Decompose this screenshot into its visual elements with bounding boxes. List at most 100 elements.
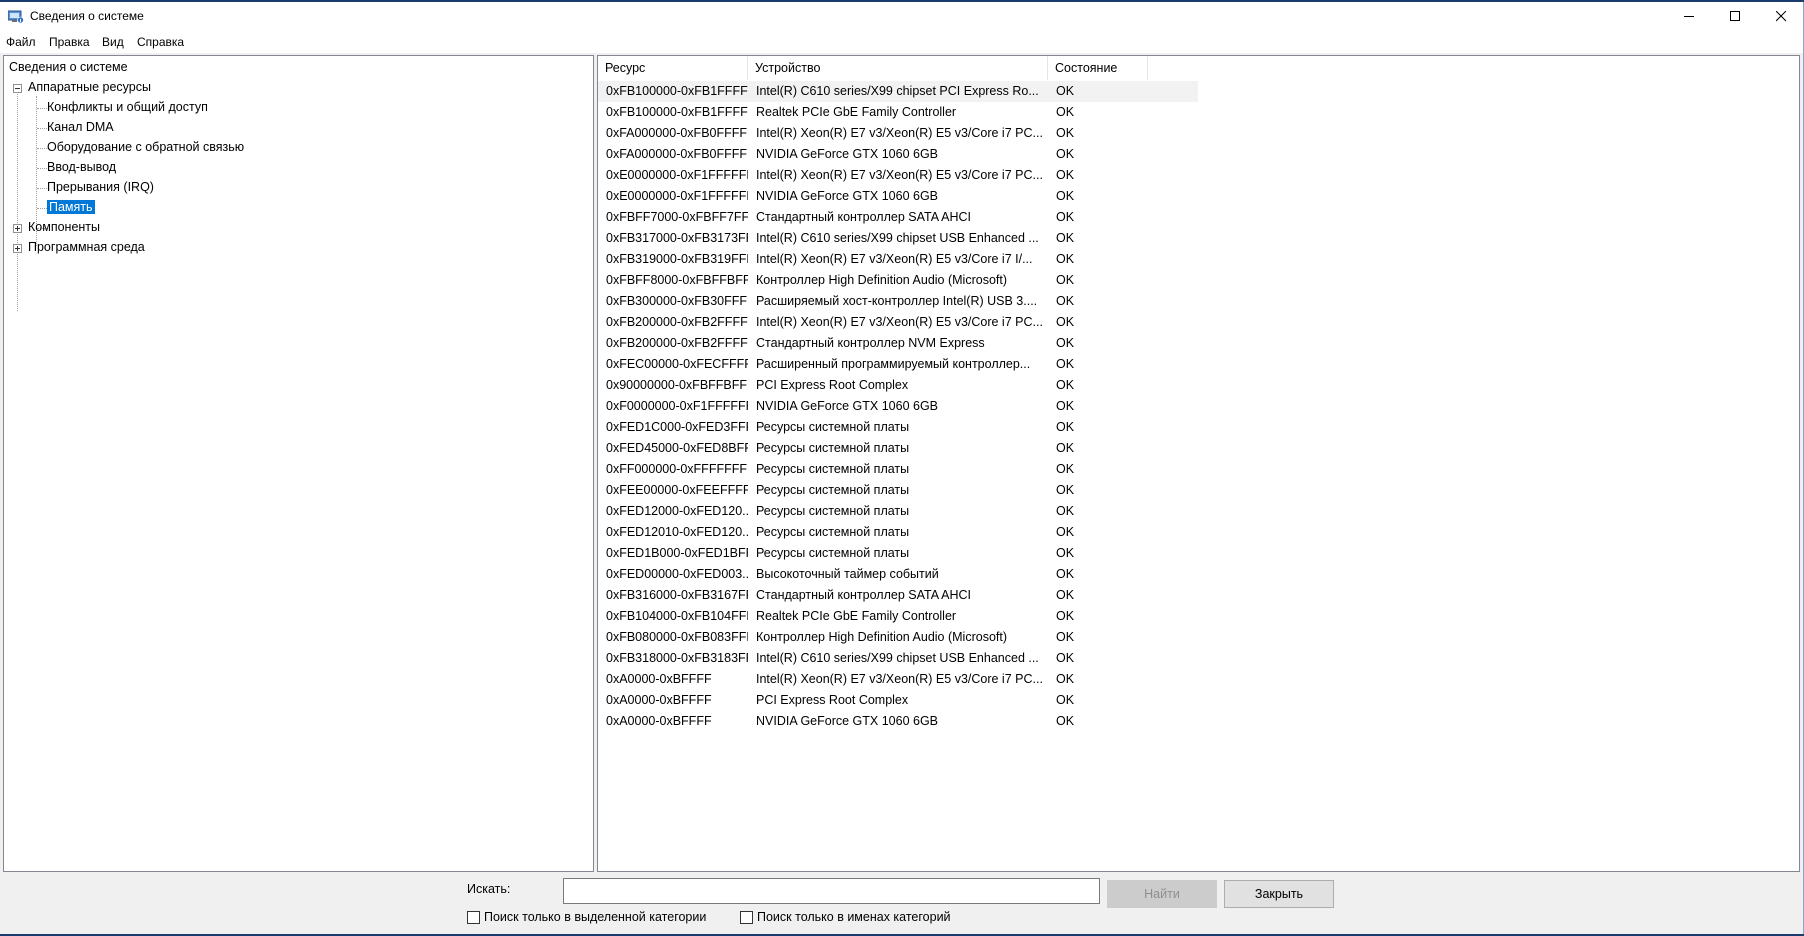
table-row[interactable]: 0xFB100000-0xFB1FFFFF Realtek PCIe GbE Fa…	[598, 102, 1198, 123]
search-label: Искать:	[467, 882, 511, 896]
cell-resource: 0xFB080000-0xFB083FFF	[606, 630, 748, 644]
table-row[interactable]: 0xFBFF8000-0xFBFFBFFF Контроллер High Def…	[598, 270, 1198, 291]
table-row[interactable]: 0xFED12000-0xFED120... Ресурсы системной …	[598, 501, 1198, 522]
tree-item-conflicts[interactable]: Конфликты и общий доступ	[47, 99, 208, 116]
expand-toggle[interactable]	[13, 244, 22, 253]
tree-item-irq[interactable]: Прерывания (IRQ)	[47, 179, 154, 196]
table-row[interactable]: 0xF0000000-0xF1FFFFFF NVIDIA GeForce GTX …	[598, 396, 1198, 417]
table-row[interactable]: 0xFB200000-0xFB2FFFFF Стандартный контрол…	[598, 333, 1198, 354]
tree-item-label: Канал DMA	[47, 120, 114, 134]
table-row[interactable]: 0xFED1B000-0xFED1BFFF Ресурсы системной п…	[598, 543, 1198, 564]
close-icon	[1775, 11, 1786, 22]
find-button[interactable]: Найти	[1107, 880, 1217, 908]
table-row[interactable]: 0xFB318000-0xFB3183FF Intel(R) C610 serie…	[598, 648, 1198, 669]
cell-resource: 0xFF000000-0xFFFFFFFF	[606, 462, 748, 476]
cell-device: NVIDIA GeForce GTX 1060 6GB	[756, 714, 939, 728]
table-row[interactable]: 0xFED45000-0xFED8BFFF Ресурсы системной п…	[598, 438, 1198, 459]
category-tree[interactable]: Сведения о системе Аппаратные ресурсы Ко…	[3, 55, 594, 872]
search-category-names-option[interactable]: Поиск только в именах категорий	[740, 910, 951, 924]
table-row[interactable]: 0xFA000000-0xFB0FFFFF NVIDIA GeForce GTX …	[598, 144, 1198, 165]
title-bar[interactable]: Сведения о системе	[0, 2, 1803, 31]
search-selected-category-checkbox[interactable]	[467, 910, 480, 924]
table-row[interactable]: 0xFB200000-0xFB2FFFFF Intel(R) Xeon(R) E7…	[598, 312, 1198, 333]
tree-line	[17, 88, 18, 311]
tree-item-label: Ввод-вывод	[47, 160, 117, 174]
close-window-button[interactable]	[1758, 2, 1804, 31]
menu-view[interactable]: Вид	[102, 35, 124, 49]
cell-status: OK	[1056, 399, 1075, 413]
table-row[interactable]: 0xFED00000-0xFED003... Высокоточный тайме…	[598, 564, 1198, 585]
cell-device: Intel(R) Xeon(R) E7 v3/Xeon(R) E5 v3/Cor…	[756, 315, 1043, 329]
menu-edit[interactable]: Правка	[49, 35, 90, 49]
cell-device: Ресурсы системной платы	[756, 546, 910, 560]
details-list[interactable]: Ресурс Устройство Состояние 0xFB100000-0…	[597, 55, 1800, 872]
column-header-device[interactable]: Устройство	[748, 56, 1048, 80]
cell-device: Ресурсы системной платы	[756, 504, 910, 518]
table-row[interactable]: 0xFB319000-0xFB319FFF Intel(R) Xeon(R) E7…	[598, 249, 1198, 270]
cell-resource: 0xFB200000-0xFB2FFFFF	[606, 336, 748, 350]
search-input[interactable]	[563, 878, 1100, 904]
table-row[interactable]: 0xFA000000-0xFB0FFFFF Intel(R) Xeon(R) E7…	[598, 123, 1198, 144]
table-row[interactable]: 0xFEE00000-0xFEEFFFFF Ресурсы системной п…	[598, 480, 1198, 501]
cell-device: Расширяемый хост-контроллер Intel(R) USB…	[756, 294, 1038, 308]
table-row[interactable]: 0xFF000000-0xFFFFFFFF Ресурсы системной п…	[598, 459, 1198, 480]
search-selected-category-option[interactable]: Поиск только в выделенной категории	[467, 910, 706, 924]
column-header-resource[interactable]: Ресурс	[598, 56, 748, 80]
table-row[interactable]: 0xA0000-0xBFFFF Intel(R) Xeon(R) E7 v3/Xe…	[598, 669, 1198, 690]
menu-file[interactable]: Файл	[6, 35, 36, 49]
tree-item-dma[interactable]: Канал DMA	[47, 119, 114, 136]
table-row[interactable]: 0xFB100000-0xFB1FFFFF Intel(R) C610 serie…	[598, 81, 1198, 102]
table-row[interactable]: 0xA0000-0xBFFFF NVIDIA GeForce GTX 1060 6…	[598, 711, 1198, 732]
table-row[interactable]: 0xA0000-0xBFFFF PCI Express Root Complex O…	[598, 690, 1198, 711]
tree-item-software-environment[interactable]: Программная среда	[28, 239, 145, 256]
tree-item-memory[interactable]: Память	[47, 199, 95, 216]
maximize-button[interactable]	[1712, 2, 1758, 31]
minimize-button[interactable]	[1666, 2, 1712, 31]
cell-status: OK	[1056, 105, 1075, 119]
tree-line	[37, 148, 47, 149]
table-row[interactable]: 0xFBFF7000-0xFBFF7FFF Стандартный контрол…	[598, 207, 1198, 228]
tree-item-label: Память	[47, 200, 95, 214]
table-row[interactable]: 0xE0000000-0xF1FFFFFF NVIDIA GeForce GTX …	[598, 186, 1198, 207]
tree-item-hardware-resources[interactable]: Аппаратные ресурсы	[28, 79, 151, 96]
table-row[interactable]: 0xFB300000-0xFB30FFFF Расширяемый хост-ко…	[598, 291, 1198, 312]
search-category-names-checkbox[interactable]	[740, 910, 753, 924]
tree-item-components[interactable]: Компоненты	[28, 219, 100, 236]
table-row[interactable]: 0xFED1C000-0xFED3FFFF Ресурсы системной п…	[598, 417, 1198, 438]
menu-help[interactable]: Справка	[137, 35, 184, 49]
table-row[interactable]: 0xFED12010-0xFED120... Ресурсы системной …	[598, 522, 1198, 543]
tree-item-forced-hardware[interactable]: Оборудование с обратной связью	[47, 139, 244, 156]
cell-device: Стандартный контроллер SATA AHCI	[756, 588, 971, 602]
close-button[interactable]: Закрыть	[1224, 880, 1334, 908]
cell-status: OK	[1056, 714, 1075, 728]
cell-resource: 0xE0000000-0xF1FFFFFF	[606, 168, 748, 182]
cell-resource: 0xA0000-0xBFFFF	[606, 714, 712, 728]
cell-status: OK	[1056, 336, 1075, 350]
table-row[interactable]: 0xE0000000-0xF1FFFFFF Intel(R) Xeon(R) E7…	[598, 165, 1198, 186]
cell-device: Ресурсы системной платы	[756, 441, 910, 455]
tree-item-io[interactable]: Ввод-вывод	[47, 159, 116, 176]
menu-bar: Файл Правка Вид Справка	[0, 31, 1803, 53]
cell-resource: 0xFED12000-0xFED120...	[606, 504, 748, 518]
table-row[interactable]: 0xFEC00000-0xFECFFFFF Расширенный програм…	[598, 354, 1198, 375]
window-title: Сведения о системе	[30, 9, 144, 23]
table-row[interactable]: 0xFB080000-0xFB083FFF Контроллер High Def…	[598, 627, 1198, 648]
cell-resource: 0xFBFF7000-0xFBFF7FFF	[606, 210, 748, 224]
cell-status: OK	[1056, 525, 1075, 539]
cell-resource: 0xA0000-0xBFFFF	[606, 672, 712, 686]
table-row[interactable]: 0x90000000-0xFBFFBFFF PCI Express Root Co…	[598, 375, 1198, 396]
tree-item-label: Оборудование с обратной связью	[47, 140, 245, 154]
cell-resource: 0xFED1C000-0xFED3FFFF	[606, 420, 748, 434]
expand-toggle[interactable]	[13, 224, 22, 233]
column-header-status[interactable]: Состояние	[1048, 56, 1148, 80]
table-row[interactable]: 0xFB316000-0xFB3167FF Стандартный контрол…	[598, 585, 1198, 606]
cell-device: Intel(R) C610 series/X99 chipset PCI Exp…	[756, 84, 1039, 98]
table-row[interactable]: 0xFB104000-0xFB104FFF Realtek PCIe GbE Fa…	[598, 606, 1198, 627]
table-row[interactable]: 0xFB317000-0xFB3173FF Intel(R) C610 serie…	[598, 228, 1198, 249]
collapse-toggle[interactable]	[13, 84, 22, 93]
cell-device: PCI Express Root Complex	[756, 378, 909, 392]
cell-device: Intel(R) Xeon(R) E7 v3/Xeon(R) E5 v3/Cor…	[756, 168, 1043, 182]
cell-status: OK	[1056, 378, 1075, 392]
tree-root[interactable]: Сведения о системе	[9, 59, 128, 76]
maximize-icon	[1729, 11, 1740, 21]
